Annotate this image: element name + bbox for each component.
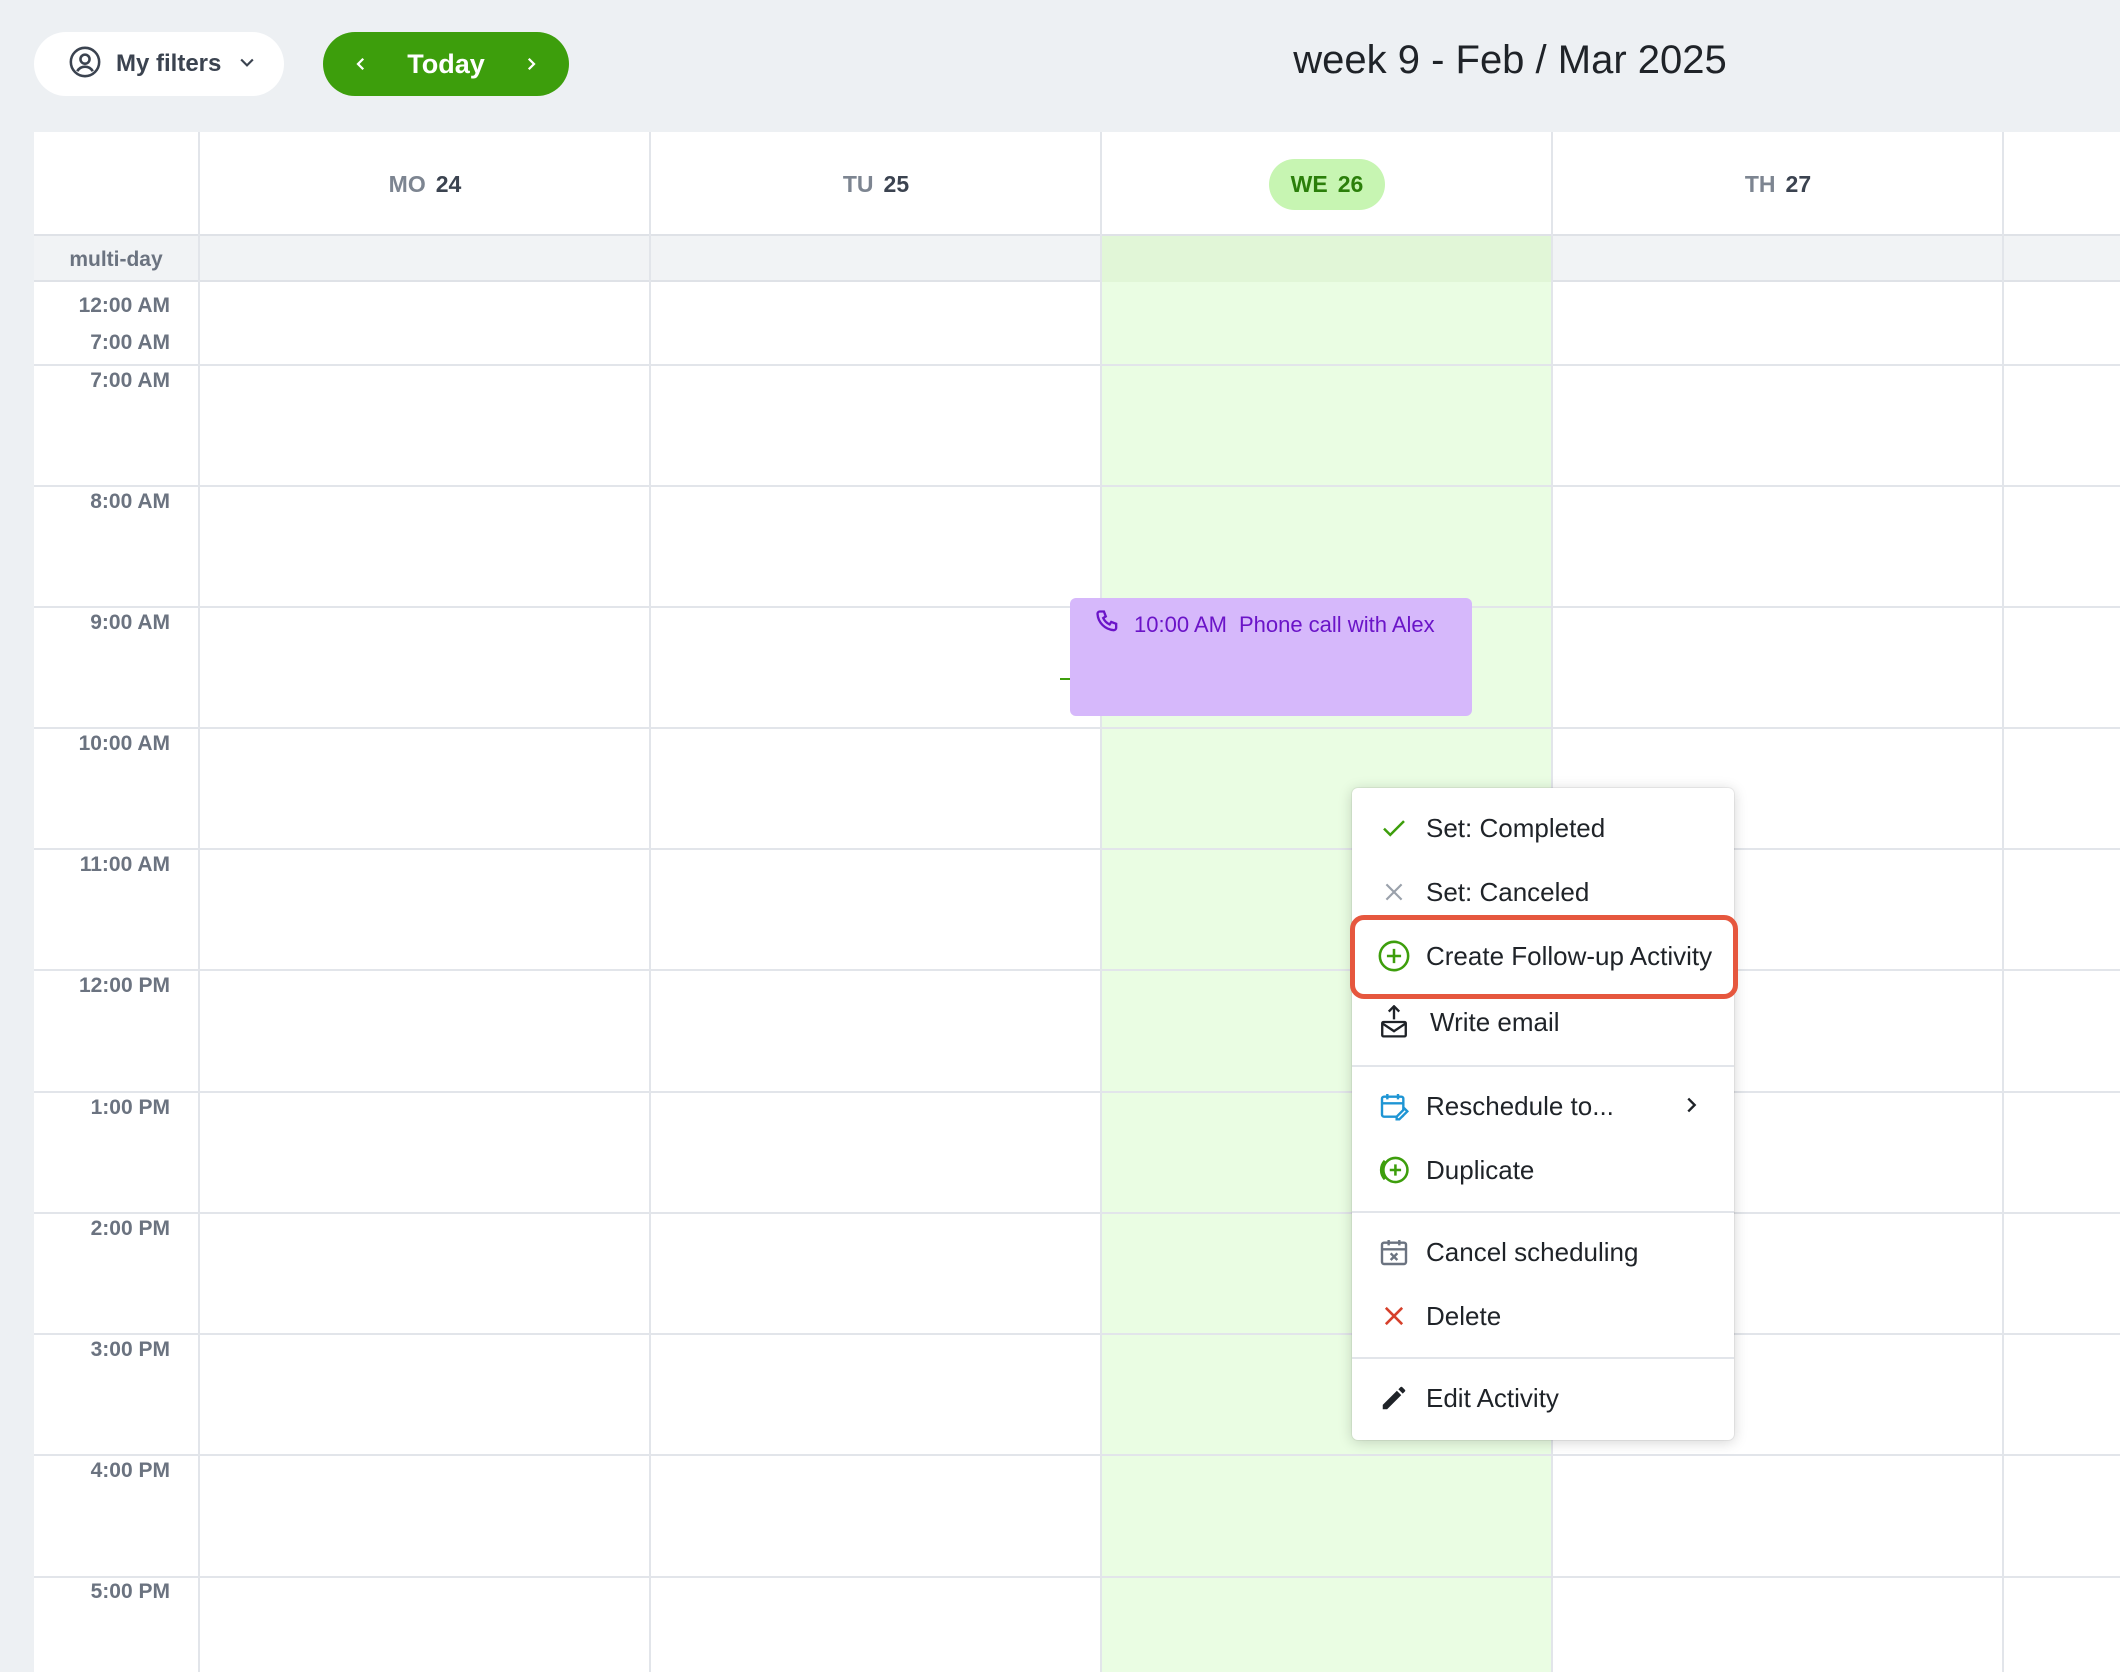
activity-context-menu: Set: Completed Set: Canceled Create Foll… — [1352, 788, 1734, 1440]
hour-gridline — [34, 364, 2120, 366]
my-filters-button[interactable]: My filters — [34, 32, 284, 96]
multi-day-today-cell[interactable] — [1102, 236, 1552, 282]
menu-item-edit-activity[interactable]: Edit Activity — [1352, 1366, 1734, 1430]
time-label: 7:00 AM — [90, 369, 170, 392]
day-of-week: TU — [842, 170, 874, 197]
delete-icon — [1376, 1298, 1412, 1334]
day-number: 25 — [883, 170, 910, 197]
time-label: 10:00 AM — [78, 732, 170, 755]
day-of-week: WE — [1290, 170, 1328, 197]
hour-gridline — [34, 1333, 2120, 1335]
menu-separator — [1352, 1065, 1734, 1067]
menu-item-delete[interactable]: Delete — [1352, 1284, 1734, 1348]
pencil-icon — [1376, 1380, 1412, 1416]
time-label: 12:00 PM — [78, 974, 170, 997]
user-circle-icon — [68, 45, 102, 84]
calendar-x-icon — [1376, 1234, 1412, 1270]
hour-gridline — [34, 1454, 2120, 1456]
next-week-button[interactable] — [513, 44, 549, 84]
menu-item-label: Write email — [1430, 1006, 1560, 1037]
hour-gridline — [34, 1576, 2120, 1578]
menu-item-set-completed[interactable]: Set: Completed — [1352, 796, 1734, 860]
event-time: 10:00 AM — [1134, 612, 1227, 637]
time-label: 2:00 PM — [90, 1217, 170, 1240]
current-day-pill: WE 26 — [1268, 158, 1386, 210]
menu-item-label: Duplicate — [1426, 1154, 1535, 1185]
time-label: 11:00 AM — [79, 853, 170, 876]
event-phone-call[interactable]: 10:00 AM Phone call with Alex — [1070, 598, 1472, 716]
time-label: 3:00 PM — [90, 1338, 170, 1361]
email-export-icon — [1376, 1004, 1412, 1040]
menu-item-label: Reschedule to... — [1426, 1090, 1614, 1121]
time-label: 9:00 AM — [90, 611, 170, 634]
time-label: 1:00 PM — [90, 1096, 170, 1119]
menu-item-label: Cancel scheduling — [1426, 1236, 1639, 1267]
date-navigation: Today — [323, 32, 569, 96]
week-title: week 9 - Feb / Mar 2025 — [1293, 38, 1727, 82]
phone-icon — [1094, 608, 1122, 642]
menu-item-label: Delete — [1426, 1300, 1502, 1331]
hour-gridline — [34, 727, 2120, 729]
menu-separator — [1352, 1211, 1734, 1213]
day-number: 27 — [1785, 170, 1812, 197]
menu-separator — [1352, 1357, 1734, 1359]
multi-day-row[interactable] — [34, 236, 2120, 282]
hour-gridline — [34, 969, 2120, 971]
time-label: 12:00 AM — [78, 294, 170, 317]
hour-gridline — [34, 1212, 2120, 1214]
menu-item-label: Set: Canceled — [1426, 876, 1590, 907]
column-separator — [198, 132, 200, 1672]
x-icon — [1376, 874, 1412, 910]
time-label: 8:00 AM — [90, 490, 170, 513]
my-filters-label: My filters — [116, 50, 222, 77]
calendar-week-grid: MO 24 TU 25 WE 26 TH 27 multi-day 12:00 … — [34, 132, 2120, 1672]
day-header-mon[interactable]: MO 24 — [200, 132, 650, 236]
day-of-week: TH — [1744, 170, 1776, 197]
menu-item-label: Set: Completed — [1426, 812, 1606, 843]
highlight-outline — [1350, 915, 1738, 999]
day-number: 24 — [435, 170, 462, 197]
hour-gridline — [34, 485, 2120, 487]
calendar-edit-icon — [1376, 1088, 1412, 1124]
menu-item-write-email[interactable]: Write email — [1352, 990, 1734, 1054]
hour-gridline — [34, 848, 2120, 850]
column-separator — [1100, 132, 1102, 1672]
day-number: 26 — [1337, 170, 1364, 197]
hour-gridline — [34, 1091, 2120, 1093]
menu-item-label: Edit Activity — [1426, 1382, 1559, 1413]
check-icon — [1376, 810, 1412, 846]
menu-item-duplicate[interactable]: Duplicate — [1352, 1138, 1734, 1202]
multi-day-label: multi-day — [69, 248, 163, 271]
event-title: Phone call with Alex — [1238, 612, 1435, 637]
time-label: 5:00 PM — [90, 1580, 170, 1603]
chevron-right-icon — [1680, 1092, 1702, 1123]
column-separator — [649, 132, 651, 1672]
menu-item-cancel-scheduling[interactable]: Cancel scheduling — [1352, 1220, 1734, 1284]
day-header-thu[interactable]: TH 27 — [1553, 132, 2003, 236]
menu-item-reschedule[interactable]: Reschedule to... — [1352, 1074, 1734, 1138]
duplicate-icon — [1376, 1152, 1412, 1188]
column-separator — [2002, 132, 2004, 1672]
day-header-tue[interactable]: TU 25 — [651, 132, 1101, 236]
day-header-wed[interactable]: WE 26 — [1102, 132, 1552, 236]
time-label: 4:00 PM — [90, 1459, 170, 1482]
time-label: 7:00 AM — [90, 331, 170, 354]
chevron-down-icon — [237, 52, 257, 77]
today-button[interactable]: Today — [407, 49, 485, 80]
day-of-week: MO — [388, 170, 426, 197]
previous-week-button[interactable] — [343, 44, 379, 84]
